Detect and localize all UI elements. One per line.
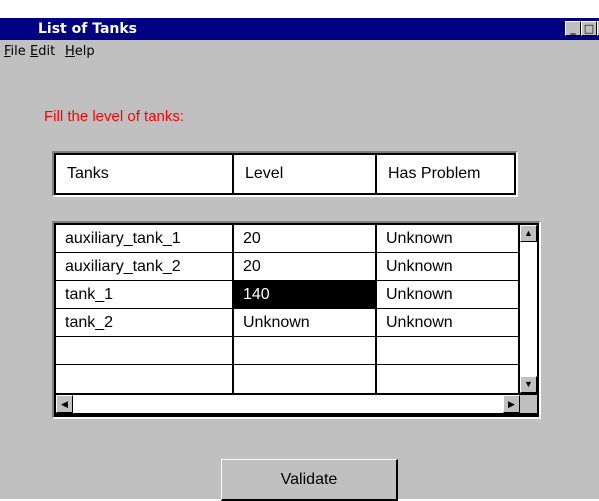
grid-cell[interactable]: auxiliary_tank_1 [56,225,232,252]
grid-cell[interactable] [56,337,232,364]
grid-cell[interactable] [56,365,232,393]
table-header: Tanks Level Has Problem [52,151,518,197]
arrow-up-icon: ▲ [524,228,533,238]
prompt-label: Fill the level of tanks: [44,108,185,125]
minimize-icon: _ [570,22,576,35]
grid-cell[interactable] [234,365,375,393]
grid-cell[interactable]: tank_2 [56,309,232,336]
title-bar[interactable]: List of Tanks _ □ X [0,18,599,40]
grid-cell-selected[interactable]: 140 [234,281,375,308]
scrollbar-corner [520,395,537,413]
maximize-button[interactable]: □ [581,21,597,36]
menu-bar: File Edit Help [0,42,599,62]
window-title: List of Tanks [38,21,138,37]
menu-file[interactable]: File [4,44,26,59]
grid-cell[interactable]: tank_1 [56,281,232,308]
scroll-right-button[interactable]: ▶ [503,395,520,413]
grid-cell[interactable]: Unknown [377,253,518,280]
arrow-left-icon: ◀ [61,398,68,409]
maximize-icon: □ [583,22,595,35]
grid-cell[interactable]: Unknown [377,281,518,308]
arrow-down-icon: ▼ [524,379,533,389]
minimize-button[interactable]: _ [565,21,581,36]
grid-cell[interactable] [377,337,518,364]
scroll-left-button[interactable]: ◀ [56,395,73,413]
grid-cell[interactable]: Unknown [234,309,375,336]
grid-cell[interactable]: Unknown [377,225,518,252]
column-header-level[interactable]: Level [234,155,375,193]
grid-cell[interactable]: 20 [234,225,375,252]
column-header-has-problem[interactable]: Has Problem [377,155,514,193]
grid-cell[interactable]: Unknown [377,309,518,336]
menu-help[interactable]: Help [65,44,95,59]
tanks-window: List of Tanks _ □ X File Edit Help Fill … [0,18,599,501]
vertical-scroll-track[interactable] [520,242,537,376]
grid-cell[interactable]: 20 [234,253,375,280]
tanks-grid: auxiliary_tank_1 20 Unknown auxiliary_ta… [52,221,541,419]
validate-button[interactable]: Validate [221,459,398,501]
grid-cell[interactable] [234,337,375,364]
horizontal-scrollbar[interactable]: ◀ ▶ [56,395,520,413]
grid-cell[interactable] [377,365,518,393]
scroll-down-button[interactable]: ▼ [520,376,537,393]
column-header-tanks[interactable]: Tanks [56,155,232,193]
scroll-up-button[interactable]: ▲ [520,225,537,242]
vertical-scrollbar[interactable]: ▲ ▼ [520,225,537,393]
arrow-right-icon: ▶ [508,398,515,409]
horizontal-scroll-track[interactable] [73,395,503,413]
menu-edit[interactable]: Edit [30,44,55,59]
grid-cell[interactable]: auxiliary_tank_2 [56,253,232,280]
